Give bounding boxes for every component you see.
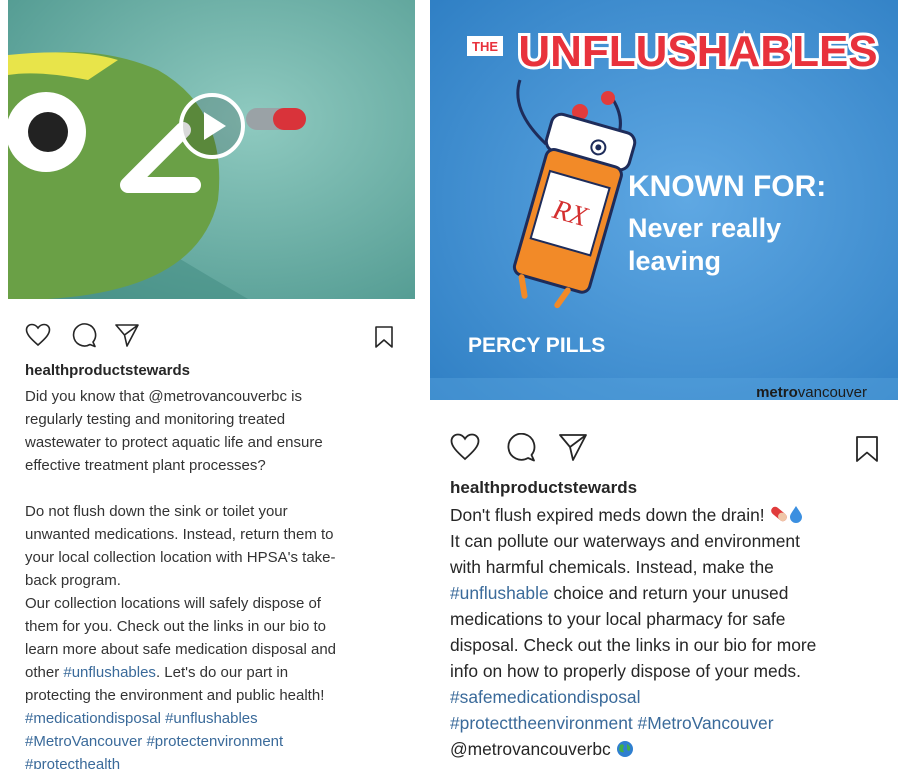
comment-icon[interactable] — [506, 433, 536, 462]
droplet-emoji — [790, 506, 803, 523]
caption-line: unwanted medications. Instead, return th… — [25, 526, 334, 543]
post-username[interactable]: healthproductstewards — [25, 362, 190, 379]
character-name: PERCY PILLS — [468, 334, 605, 357]
unflushables-illustration: THE UNFLUSHABLES UNFLUSHABLES RX KNOWN F… — [430, 0, 898, 400]
caption-line: Our collection locations will safely dis… — [25, 595, 321, 612]
caption-line: them for you. Check out the links in our… — [25, 618, 326, 635]
pill-emoji — [771, 506, 788, 522]
caption-line: regularly testing and monitoring treated — [25, 411, 286, 428]
brand-bold: metro — [756, 384, 798, 400]
video-illustration — [8, 0, 415, 299]
caption-line: disposal. Check out the links in our bio… — [450, 635, 817, 655]
caption-line: protecting the environment and public he… — [25, 687, 325, 704]
hashtag-link[interactable]: #unflushable — [450, 583, 549, 603]
hashtag-link[interactable]: #protecttheenvironment #MetroVancouver — [450, 710, 898, 736]
caption-text: Don't flush expired meds down the drain! — [450, 505, 765, 525]
caption-line: learn more about safe medication disposa… — [25, 641, 337, 658]
caption-line: other #unflushables. Let's do our part i… — [25, 661, 410, 684]
hashtag-link[interactable]: #medicationdisposal #unflushables — [25, 707, 410, 730]
caption-line: back program. — [25, 572, 121, 589]
globe-emoji — [616, 741, 633, 757]
caption-text: choice and return your unused — [548, 583, 789, 603]
caption-line: wastewater to protect aquatic life and e… — [25, 434, 323, 451]
caption-line: Do not flush down the sink or toilet you… — [25, 503, 288, 520]
caption-text: other — [25, 664, 64, 681]
caption-line: with harmful chemicals. Instead, make th… — [450, 557, 774, 577]
hashtag-link[interactable]: #unflushables — [63, 664, 156, 681]
caption-line: Don't flush expired meds down the drain! — [450, 502, 898, 528]
share-icon[interactable] — [114, 323, 140, 348]
caption-text: . Let's do our part in — [155, 664, 289, 681]
brand-logo: metrovancouver — [756, 384, 867, 400]
post-username[interactable]: healthproductstewards — [450, 478, 637, 498]
caption-line: Did you know that @metrovancouverbc is — [25, 388, 303, 405]
post-left: healthproductstewards Did you know that … — [8, 0, 415, 769]
title-big: UNFLUSHABLES — [518, 27, 877, 76]
bookmark-icon[interactable] — [855, 435, 879, 463]
share-icon[interactable] — [558, 433, 588, 462]
post-caption: Did you know that @metrovancouverbc is r… — [25, 385, 410, 769]
caption-line: info on how to properly dispose of your … — [450, 661, 801, 681]
caption-line: medications to your local pharmacy for s… — [450, 609, 786, 629]
heart-icon[interactable] — [450, 433, 480, 461]
comment-icon[interactable] — [71, 323, 97, 348]
video-thumbnail[interactable] — [8, 0, 415, 299]
heart-icon[interactable] — [25, 323, 51, 347]
post-right: THE UNFLUSHABLES UNFLUSHABLES RX KNOWN F… — [430, 0, 898, 769]
tagline-line: leaving — [628, 246, 721, 276]
title-small: THE — [472, 39, 498, 54]
post-caption: Don't flush expired meds down the drain!… — [450, 502, 898, 762]
caption-line: #unflushable choice and return your unus… — [450, 580, 898, 606]
tagline-line: Never really — [628, 213, 781, 243]
brand-light: vancouver — [798, 384, 867, 400]
known-for-label: KNOWN FOR: — [628, 170, 826, 203]
hashtag-link[interactable]: #safemedicationdisposal — [450, 684, 898, 710]
caption-line: your local collection location with HPSA… — [25, 549, 336, 566]
mention-link[interactable]: @metrovancouverbc — [450, 739, 611, 759]
caption-line: @metrovancouverbc — [450, 736, 898, 762]
hashtag-link[interactable]: #MetroVancouver #protectenvironment — [25, 730, 410, 753]
post-image[interactable]: THE UNFLUSHABLES UNFLUSHABLES RX KNOWN F… — [430, 0, 898, 400]
caption-line: It can pollute our waterways and environ… — [450, 531, 800, 551]
bookmark-icon[interactable] — [374, 325, 394, 349]
hashtag-link[interactable]: #protecthealth — [25, 753, 410, 769]
caption-line: effective treatment plant processes? — [25, 457, 266, 474]
